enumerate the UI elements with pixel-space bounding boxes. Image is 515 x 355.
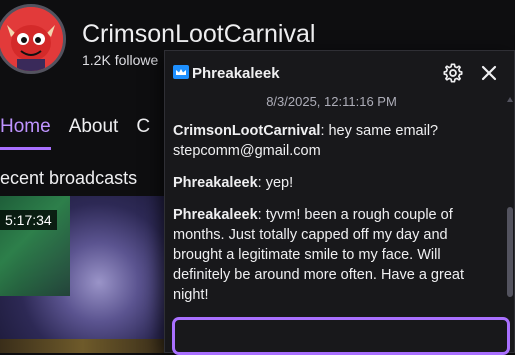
message-item: CrimsonLootCarnival: hey same email? ste…	[173, 121, 495, 161]
scroll-up-arrow[interactable]	[507, 97, 513, 102]
tab-about[interactable]: About	[69, 116, 119, 150]
recent-broadcasts-heading: ecent broadcasts	[0, 168, 138, 188]
channel-nav: Home About C	[0, 116, 150, 150]
message-author[interactable]: Phreakaleek	[173, 207, 258, 223]
tab-home[interactable]: Home	[0, 116, 51, 150]
popover-username[interactable]: Phreakaleek	[192, 65, 280, 82]
message-timestamp: 8/3/2025, 12:11:16 PM	[266, 94, 397, 109]
crown-icon	[173, 65, 189, 79]
message-list: CrimsonLootCarnival: hey same email? ste…	[173, 121, 495, 317]
devil-mascot-icon	[0, 7, 63, 71]
video-duration-badge: 5:17:34	[0, 210, 57, 230]
message-item: Phreakaleek: yep!	[173, 173, 495, 193]
close-icon[interactable]	[479, 63, 499, 83]
message-item: Phreakaleek: tyvm! been a rough couple o…	[173, 205, 495, 305]
channel-name[interactable]: CrimsonLootCarnival	[82, 20, 315, 49]
whisper-reply-input[interactable]	[172, 317, 510, 355]
message-author[interactable]: CrimsonLootCarnival	[173, 123, 320, 139]
message-author[interactable]: Phreakaleek	[173, 175, 258, 191]
channel-avatar[interactable]	[0, 4, 66, 74]
popover-header: Phreakaleek	[165, 51, 514, 95]
thumbnail-game-ui	[0, 339, 165, 353]
tab-partial[interactable]: C	[136, 116, 150, 150]
gear-icon[interactable]	[442, 62, 464, 84]
scrollbar-thumb[interactable]	[507, 207, 513, 297]
follower-count: 1.2K followe	[82, 52, 159, 68]
message-text: : yep!	[257, 175, 294, 191]
whisper-popover: Phreakaleek 8/3/2025, 12:11:16 PM Crimso…	[164, 50, 515, 355]
